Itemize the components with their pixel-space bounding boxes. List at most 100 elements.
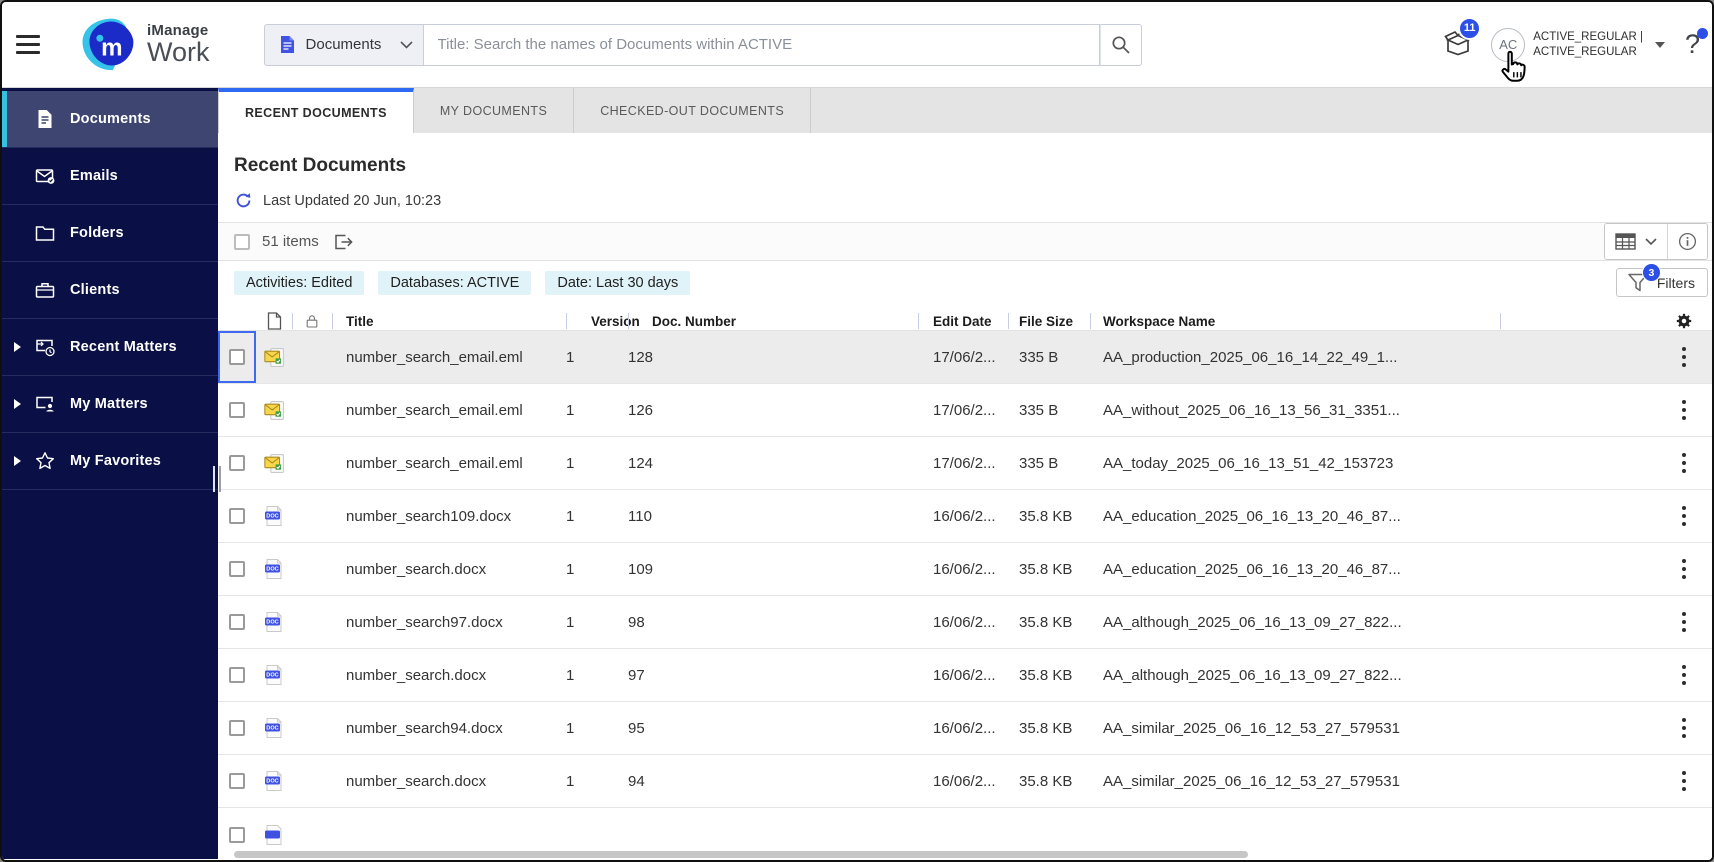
column-header-workspace-name[interactable]: Workspace Name (1090, 312, 1500, 330)
row-checkbox[interactable] (229, 561, 245, 577)
row-checkbox[interactable] (229, 826, 245, 843)
doc-file-icon: DOC (265, 665, 282, 685)
document-title[interactable]: number_search.docx (332, 543, 566, 595)
filters-button[interactable]: 3 Filters (1615, 263, 1708, 297)
document-title[interactable]: number_search_email.eml (332, 331, 566, 383)
horizontal-scrollbar[interactable] (234, 851, 1248, 858)
tab[interactable]: MY DOCUMENTS (413, 88, 575, 133)
expand-arrow-icon[interactable] (14, 456, 21, 466)
table-row[interactable]: number_search_email.eml 1 126 17/06/2...… (218, 384, 1712, 437)
file-type-column-icon (267, 312, 281, 330)
row-menu-kebab-icon[interactable] (1676, 338, 1692, 375)
sidebar-item[interactable]: My Favorites (2, 433, 218, 490)
notifications-tray-button[interactable]: 11 (1443, 16, 1482, 61)
expand-arrow-icon[interactable] (14, 342, 21, 352)
filter-chip[interactable]: Date: Last 30 days (545, 270, 691, 295)
row-checkbox[interactable] (229, 455, 245, 471)
sidebar-item[interactable]: Recent Matters (2, 319, 218, 376)
doc-file-icon: DOC (265, 771, 282, 791)
row-checkbox[interactable] (229, 508, 245, 524)
column-header-edit-date[interactable]: Edit Date (918, 312, 1008, 330)
row-menu-kebab-icon[interactable] (1676, 391, 1692, 428)
document-title[interactable]: number_search94.docx (332, 702, 566, 754)
document-title[interactable]: number_search.docx (332, 649, 566, 701)
user-name[interactable]: ACTIVE_REGULAR | ACTIVE_REGULAR (1533, 30, 1643, 60)
filter-chip[interactable]: Activities: Edited (234, 270, 365, 295)
sidebar-item[interactable]: My Matters (2, 376, 218, 433)
sidebar: Documents Emails Folders Clients Recent … (2, 88, 221, 859)
document-title[interactable]: number_search109.docx (332, 490, 566, 542)
user-menu-caret-icon[interactable] (1654, 41, 1665, 48)
document-version: 1 (566, 560, 575, 578)
workspace-name: AA_similar_2025_06_16_12_53_27_579531 (1103, 719, 1400, 737)
avatar-wrap: AC (1491, 27, 1526, 82)
file-size: 35.8 KB (1019, 719, 1073, 737)
table-row[interactable]: DOC number_search94.docx 1 95 16/06/2...… (218, 702, 1712, 755)
row-menu-kebab-icon[interactable] (1676, 444, 1692, 481)
workspace-name: AA_without_2025_06_16_13_56_31_3351... (1103, 401, 1400, 419)
expand-arrow-icon[interactable] (14, 399, 21, 409)
row-menu-kebab-icon[interactable] (1676, 762, 1692, 799)
table-row[interactable]: DOC number_search97.docx 1 98 16/06/2...… (218, 596, 1712, 649)
row-checkbox[interactable] (229, 773, 245, 789)
document-title[interactable]: number_search_email.eml (332, 384, 566, 436)
search-button[interactable] (1099, 23, 1142, 66)
file-size: 335 B (1019, 348, 1059, 366)
row-menu-kebab-icon[interactable] (1676, 603, 1692, 640)
column-settings-gear-icon[interactable] (1675, 312, 1693, 330)
logo-text: iManage Work (147, 23, 210, 66)
file-size: 35.8 KB (1019, 772, 1073, 790)
sidebar-item[interactable]: Folders (2, 205, 218, 262)
select-all-checkbox[interactable] (234, 233, 250, 250)
document-version: 1 (566, 454, 575, 472)
main-panel: RECENT DOCUMENTS MY DOCUMENTS CHECKED-OU… (218, 88, 1712, 860)
doc-file-icon: DOC (265, 506, 282, 526)
row-menu-kebab-icon[interactable] (1676, 497, 1692, 534)
column-header-title[interactable]: Title (332, 312, 566, 330)
hamburger-menu-icon[interactable] (16, 35, 40, 54)
table-row[interactable]: number_search_email.eml 1 128 17/06/2...… (218, 331, 1712, 384)
search-scope-dropdown[interactable]: Documents (263, 23, 424, 66)
sidebar-item-label: Folders (70, 225, 124, 241)
column-header-version[interactable]: Version (566, 312, 640, 330)
document-title[interactable]: number_search97.docx (332, 596, 566, 648)
document-number: 124 (628, 454, 654, 472)
column-header-doc-number[interactable]: Doc. Number (628, 312, 918, 330)
svg-text:DOC: DOC (266, 779, 278, 785)
table-row[interactable]: DOC number_search109.docx 1 110 16/06/2.… (218, 490, 1712, 543)
sidebar-item[interactable]: Clients (2, 262, 218, 319)
tab[interactable]: CHECKED-OUT DOCUMENTS (574, 88, 812, 133)
help-button[interactable]: ? (1685, 28, 1708, 60)
table-view-dropdown-button[interactable] (1605, 224, 1667, 259)
emails-icon (35, 169, 55, 184)
sidebar-item[interactable]: Documents (2, 91, 218, 148)
row-checkbox[interactable] (229, 402, 245, 418)
tab[interactable]: RECENT DOCUMENTS (218, 88, 414, 133)
filter-chip[interactable]: Databases: ACTIVE (378, 270, 532, 295)
row-menu-kebab-icon[interactable] (1676, 709, 1692, 746)
column-header-file-size[interactable]: File Size (1008, 312, 1090, 330)
row-checkbox[interactable] (229, 614, 245, 630)
table-row[interactable]: number_search_email.eml 1 124 17/06/2...… (218, 437, 1712, 490)
table-row[interactable]: DOC number_search.docx 1 109 16/06/2... … (218, 543, 1712, 596)
row-menu-kebab-icon[interactable] (1676, 550, 1692, 587)
export-icon[interactable] (333, 233, 353, 251)
edit-date: 16/06/2... (933, 507, 996, 525)
items-count: 51 items (262, 233, 319, 250)
info-button[interactable] (1667, 224, 1707, 259)
document-title[interactable]: number_search_email.eml (332, 437, 566, 489)
document-version: 1 (566, 507, 575, 525)
row-menu-kebab-icon[interactable] (1676, 656, 1692, 693)
row-checkbox[interactable] (229, 349, 245, 365)
row-checkbox[interactable] (229, 667, 245, 683)
document-type-icon (280, 36, 294, 53)
search-input[interactable] (423, 23, 1100, 66)
table-row[interactable]: DOC number_search.docx 1 97 16/06/2... 3… (218, 649, 1712, 702)
refresh-icon[interactable] (234, 191, 253, 210)
sidebar-item-label: Emails (70, 168, 118, 184)
row-checkbox[interactable] (229, 720, 245, 736)
table-row[interactable]: DOC number_search.docx 1 94 16/06/2... 3… (218, 755, 1712, 808)
document-title[interactable]: number_search.docx (332, 755, 566, 807)
panel-resize-handle[interactable] (213, 466, 222, 492)
sidebar-item[interactable]: Emails (2, 148, 218, 205)
